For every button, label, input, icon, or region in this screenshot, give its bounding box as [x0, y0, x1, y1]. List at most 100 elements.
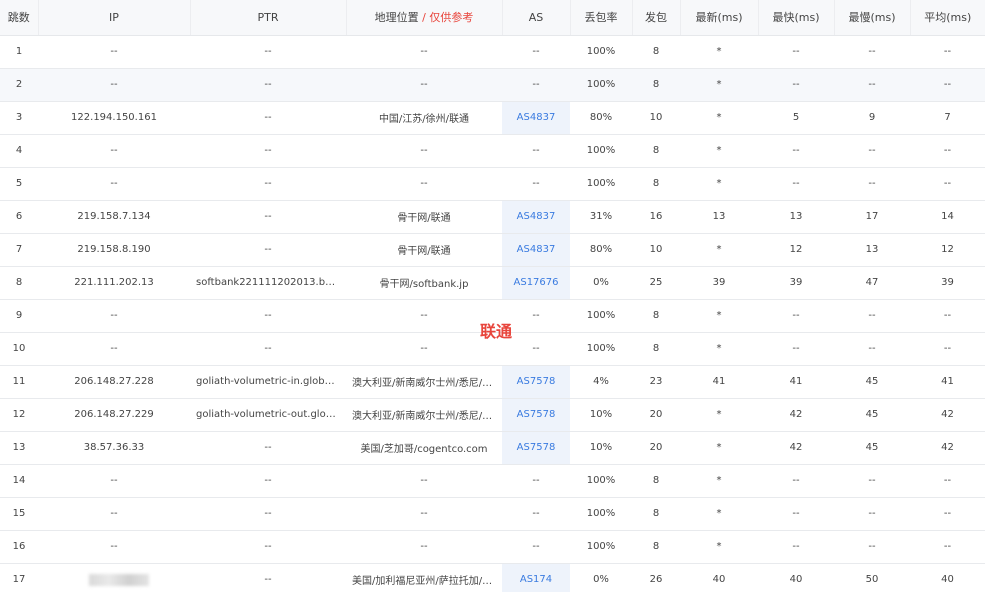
table-row[interactable]: 7 219.158.8.190 -- 骨干网/联通 AS4837 80% 10 * 12 13 12 [0, 233, 985, 267]
cell-last: 41 [680, 365, 758, 399]
cell-ptr: -- [190, 167, 346, 201]
cell-geo: -- [346, 35, 502, 69]
table-row[interactable]: 3 122.194.150.161 -- 中国/江苏/徐州/联通 AS4837 80% 10… [0, 101, 985, 135]
cell-ip: -- [38, 299, 190, 333]
cell-worst: 13 [834, 233, 910, 267]
cell-geo: 骨干网/softbank.jp [346, 266, 502, 300]
as-link[interactable]: AS4837 [517, 211, 556, 222]
as-link[interactable]: AS4837 [517, 244, 556, 255]
cell-as: -- [502, 68, 570, 102]
cell-best: 13 [758, 200, 834, 234]
cell-hop: 12 [0, 398, 38, 432]
cell-hop: 13 [0, 431, 38, 465]
table-row[interactable]: 16 -- -- -- -- 100% 8 * -- -- -- [0, 530, 985, 564]
table-row[interactable]: 4 -- -- -- -- 100% 8 * -- -- -- [0, 134, 985, 168]
cell-geo: 澳大利亚/新南威尔士州/悉尼/globalsecurelayer.com [346, 365, 502, 399]
cell-ptr: -- [190, 464, 346, 498]
cell-ip: 122.194.150.161 [38, 101, 190, 135]
column-header-loss[interactable]: 丢包率 [569, 0, 632, 36]
column-header-geo[interactable]: 地理位置 / 仅供参考 [345, 0, 502, 36]
column-header-ptr[interactable]: PTR [189, 0, 346, 36]
cell-geo: 中国/江苏/徐州/联通 [346, 101, 502, 135]
cell-sent: 8 [632, 464, 680, 498]
table-header: 跳数 IP PTR 地理位置 / 仅供参考 AS 丢包率 发包 最新(ms) 最… [0, 0, 985, 36]
as-link[interactable]: AS17676 [514, 277, 559, 288]
cell-loss: 0% [570, 563, 632, 592]
cell-as: AS4837 [502, 233, 570, 267]
table-row[interactable]: 8 221.111.202.13 softbank221111202013.bbte… [0, 266, 985, 300]
cell-avg: -- [910, 35, 985, 69]
cell-best: 40 [758, 563, 834, 592]
column-header-ip[interactable]: IP [37, 0, 190, 36]
cell-ip: 206.148.27.229 [38, 398, 190, 432]
cell-sent: 8 [632, 332, 680, 366]
cell-ptr: -- [190, 332, 346, 366]
cell-ptr: goliath-volumetric-in.globalsecurelayer.… [190, 365, 346, 399]
cell-hop: 16 [0, 530, 38, 564]
cell-best: -- [758, 167, 834, 201]
as-link[interactable]: AS4837 [517, 112, 556, 123]
cell-ip: -- [38, 134, 190, 168]
column-header-hop[interactable]: 跳数 [0, 0, 38, 36]
table-row[interactable]: 11 206.148.27.228 goliath-volumetric-in.gl… [0, 365, 985, 399]
cell-last: 40 [680, 563, 758, 592]
column-header-worst[interactable]: 最慢(ms) [833, 0, 910, 36]
column-header-sent[interactable]: 发包 [631, 0, 680, 36]
table-row[interactable]: 15 -- -- -- -- 100% 8 * -- -- -- [0, 497, 985, 531]
cell-hop: 9 [0, 299, 38, 333]
cell-loss: 10% [570, 431, 632, 465]
table-body: 1 -- -- -- -- 100% 8 * -- -- -- 2 -- -- -- -- 100% 8 * -- --… [0, 35, 985, 592]
table-row[interactable]: 12 206.148.27.229 goliath-volumetric-out.g… [0, 398, 985, 432]
cell-as: AS7578 [502, 365, 570, 399]
cell-hop: 4 [0, 134, 38, 168]
cell-ip: 206.148.27.228 [38, 365, 190, 399]
table-row[interactable]: 2 -- -- -- -- 100% 8 * -- -- -- [0, 68, 985, 102]
cell-ptr: -- [190, 497, 346, 531]
cell-best: 42 [758, 431, 834, 465]
cell-best: -- [758, 35, 834, 69]
cell-loss: 100% [570, 332, 632, 366]
cell-hop: 8 [0, 266, 38, 300]
cell-ip [38, 563, 190, 592]
cell-ip: -- [38, 497, 190, 531]
as-link[interactable]: AS7578 [517, 376, 556, 387]
table-row[interactable]: 5 -- -- -- -- 100% 8 * -- -- -- [0, 167, 985, 201]
cell-ptr: -- [190, 299, 346, 333]
table-row[interactable]: 13 38.57.36.33 -- 美国/芝加哥/cogentco.com AS7578… [0, 431, 985, 465]
as-link[interactable]: AS174 [520, 574, 552, 585]
column-header-as[interactable]: AS [501, 0, 570, 36]
table-row[interactable]: 14 -- -- -- -- 100% 8 * -- -- -- [0, 464, 985, 498]
column-header-best[interactable]: 最快(ms) [757, 0, 834, 36]
table-row[interactable]: 6 219.158.7.134 -- 骨干网/联通 AS4837 31% 16 13 13 17 1… [0, 200, 985, 234]
cell-sent: 25 [632, 266, 680, 300]
cell-sent: 16 [632, 200, 680, 234]
cell-last: * [680, 299, 758, 333]
cell-loss: 100% [570, 530, 632, 564]
cell-ip: -- [38, 464, 190, 498]
traceroute-table: 跳数 IP PTR 地理位置 / 仅供参考 AS 丢包率 发包 最新(ms) 最… [0, 0, 985, 592]
table-row[interactable]: 17 --美国/加利福尼亚州/萨拉托加/cogentco.com AS174 0%26… [0, 563, 985, 592]
cell-worst: -- [834, 464, 910, 498]
cell-avg: 41 [910, 365, 985, 399]
cell-hop: 2 [0, 68, 38, 102]
cell-avg: -- [910, 464, 985, 498]
cell-ptr: goliath-volumetric-out.globalsecurelayer… [190, 398, 346, 432]
cell-last: * [680, 167, 758, 201]
cell-as: AS7578 [502, 431, 570, 465]
cell-last: * [680, 431, 758, 465]
cell-last: * [680, 398, 758, 432]
as-link[interactable]: AS7578 [517, 409, 556, 420]
as-link[interactable]: AS7578 [517, 442, 556, 453]
cell-ptr: -- [190, 134, 346, 168]
cell-avg: -- [910, 134, 985, 168]
column-header-avg[interactable]: 平均(ms) [909, 0, 985, 36]
cell-avg: 14 [910, 200, 985, 234]
cell-loss: 31% [570, 200, 632, 234]
cell-loss: 0% [570, 266, 632, 300]
column-header-last[interactable]: 最新(ms) [679, 0, 758, 36]
table-row[interactable]: 1 -- -- -- -- 100% 8 * -- -- -- [0, 35, 985, 69]
cell-sent: 26 [632, 563, 680, 592]
cell-ptr: -- [190, 68, 346, 102]
cell-worst: -- [834, 497, 910, 531]
cell-geo: 骨干网/联通 [346, 233, 502, 267]
